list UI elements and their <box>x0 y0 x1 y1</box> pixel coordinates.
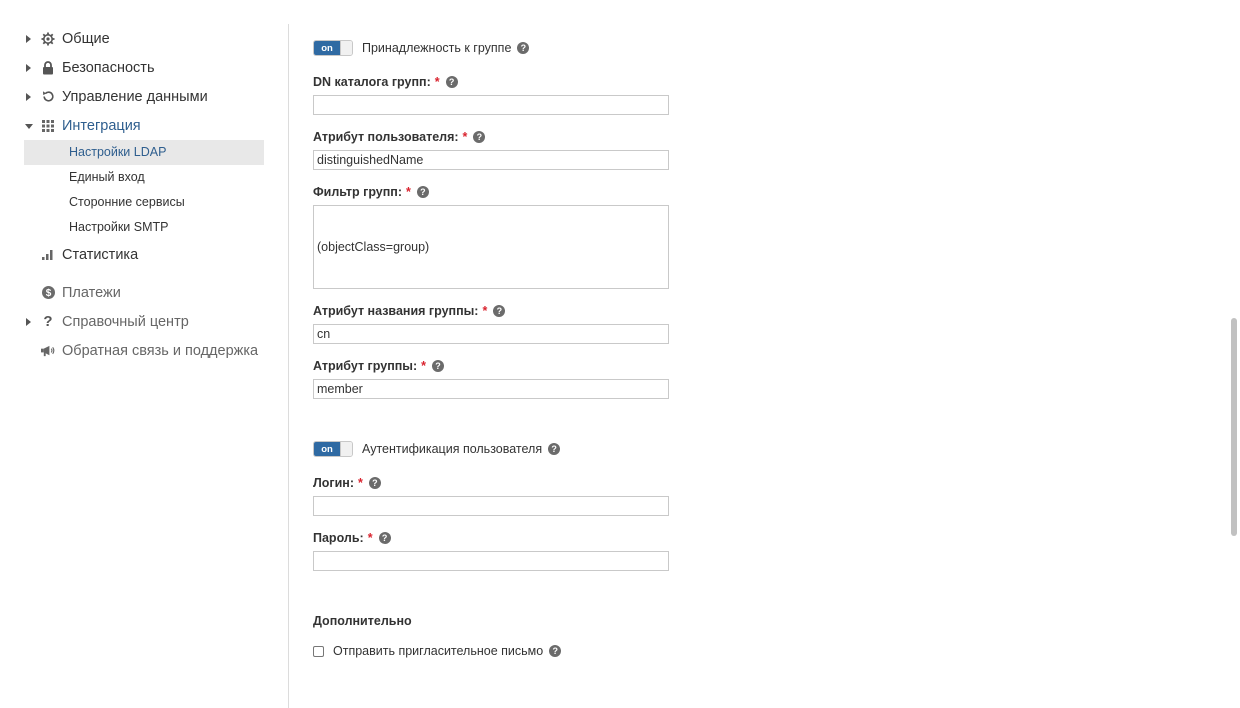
required-mark: * <box>358 476 363 490</box>
field-label-text: Логин: <box>313 476 355 490</box>
login-input[interactable] <box>313 496 669 516</box>
help-icon[interactable]: ? <box>548 443 561 455</box>
login-label: Логин: * ? <box>313 476 381 490</box>
toggle-knob <box>340 442 352 456</box>
field-label-text: Пароль: <box>313 531 364 545</box>
panel-divider <box>288 24 289 708</box>
expand-arrow-icon[interactable] <box>26 317 31 326</box>
expand-arrow-icon[interactable] <box>26 34 31 43</box>
group-filter-textarea[interactable]: (objectClass=group) <box>313 205 669 289</box>
sidebar-item-feedback-support[interactable]: Обратная связь и поддержка <box>24 336 264 365</box>
help-icon[interactable]: ? <box>416 186 429 198</box>
group-dn-label: DN каталога групп: * ? <box>313 75 458 89</box>
svg-text:$: $ <box>45 288 51 299</box>
sidebar-item-payments[interactable]: $ Платежи <box>24 278 264 307</box>
gear-icon <box>41 32 55 46</box>
group-attribute-label: Атрибут группы: * ? <box>313 359 445 373</box>
help-icon[interactable]: ? <box>368 477 381 489</box>
sidebar-item-statistics[interactable]: Статистика <box>24 240 264 269</box>
group-filter-label: Фильтр групп: * ? <box>313 185 429 199</box>
sidebar-item-integration[interactable]: Интеграция <box>24 111 264 140</box>
bar-chart-icon <box>41 248 55 262</box>
group-dn-input[interactable] <box>313 95 669 115</box>
help-icon[interactable]: ? <box>517 42 530 54</box>
sidebar-item-label: Общие <box>62 30 110 47</box>
scrollbar-thumb[interactable] <box>1231 318 1237 536</box>
dollar-icon: $ <box>41 286 55 300</box>
group-membership-label: Принадлежность к группе <box>362 41 512 55</box>
refresh-icon <box>41 90 55 104</box>
required-mark: * <box>406 185 411 199</box>
required-mark: * <box>462 130 468 144</box>
sidebar-item-help-center[interactable]: ? Справочный центр <box>24 307 264 336</box>
user-auth-label: Аутентификация пользователя <box>362 442 543 456</box>
password-input[interactable] <box>313 551 669 571</box>
help-icon[interactable]: ? <box>493 305 506 317</box>
user-auth-toggle[interactable]: on <box>313 441 353 457</box>
field-label-text: Фильтр групп: <box>313 185 403 199</box>
help-icon[interactable]: ? <box>432 360 445 372</box>
lock-icon <box>41 60 55 75</box>
megaphone-icon <box>41 344 55 358</box>
sidebar-item-label: Справочный центр <box>62 313 189 330</box>
question-icon: ? <box>43 313 53 330</box>
group-name-attribute-input[interactable]: cn <box>313 324 669 344</box>
expand-arrow-icon[interactable] <box>26 92 31 101</box>
required-mark: * <box>367 531 373 545</box>
additional-section-title: Дополнительно <box>313 614 412 628</box>
toggle-on-label: on <box>314 41 340 55</box>
sidebar-item-data-management[interactable]: Управление данными <box>24 82 264 111</box>
user-attribute-input[interactable]: distinguishedName <box>313 150 669 170</box>
sidebar-item-general[interactable]: Общие <box>24 24 264 53</box>
collapse-arrow-icon[interactable] <box>25 123 33 129</box>
user-attribute-label: Атрибут пользователя: * ? <box>313 130 486 144</box>
help-icon[interactable]: ? <box>378 532 391 544</box>
send-invite-checkbox[interactable] <box>313 645 324 657</box>
toggle-knob <box>340 41 352 55</box>
sidebar-item-label: Обратная связь и поддержка <box>62 342 259 359</box>
group-attribute-input[interactable]: member <box>313 379 669 399</box>
sidebar-subitem-third-party-services[interactable]: Сторонние сервисы <box>24 190 264 215</box>
password-label: Пароль: * ? <box>313 531 391 545</box>
field-label-text: Атрибут группы: <box>313 359 418 373</box>
field-label-text: DN каталога групп: <box>313 75 431 89</box>
sidebar-item-label: Интеграция <box>62 117 141 134</box>
sidebar-subitem-ldap-settings[interactable]: Настройки LDAP <box>24 140 264 165</box>
sidebar-item-security[interactable]: Безопасность <box>24 53 264 82</box>
required-mark: * <box>482 304 488 318</box>
field-label-text: Атрибут названия группы: <box>313 304 479 318</box>
help-icon[interactable]: ? <box>549 645 562 657</box>
sidebar-item-label: Статистика <box>62 246 139 263</box>
help-icon[interactable]: ? <box>445 76 458 88</box>
sidebar-item-label: Безопасность <box>62 59 155 76</box>
sidebar: Общие Безопасность Управление данными Ин… <box>24 24 264 365</box>
field-label-text: Атрибут пользователя: <box>313 130 459 144</box>
sidebar-item-label: Управление данными <box>62 88 208 105</box>
help-icon[interactable]: ? <box>473 131 486 143</box>
group-membership-row: on Принадлежность к группе ? <box>313 40 530 56</box>
toggle-on-label: on <box>314 442 340 456</box>
user-auth-row: on Аутентификация пользователя ? <box>313 441 561 457</box>
group-name-attribute-label: Атрибут названия группы: * ? <box>313 304 506 318</box>
required-mark: * <box>421 359 427 373</box>
sidebar-subitem-smtp-settings[interactable]: Настройки SMTP <box>24 215 264 240</box>
expand-arrow-icon[interactable] <box>26 63 31 72</box>
send-invite-label: Отправить пригласительное письмо <box>333 644 544 658</box>
grid-icon <box>41 119 55 133</box>
sidebar-item-label: Платежи <box>62 284 121 301</box>
group-membership-toggle[interactable]: on <box>313 40 353 56</box>
send-invite-row: Отправить пригласительное письмо ? <box>313 644 562 658</box>
sidebar-subitem-sso[interactable]: Единый вход <box>24 165 264 190</box>
required-mark: * <box>434 75 440 89</box>
